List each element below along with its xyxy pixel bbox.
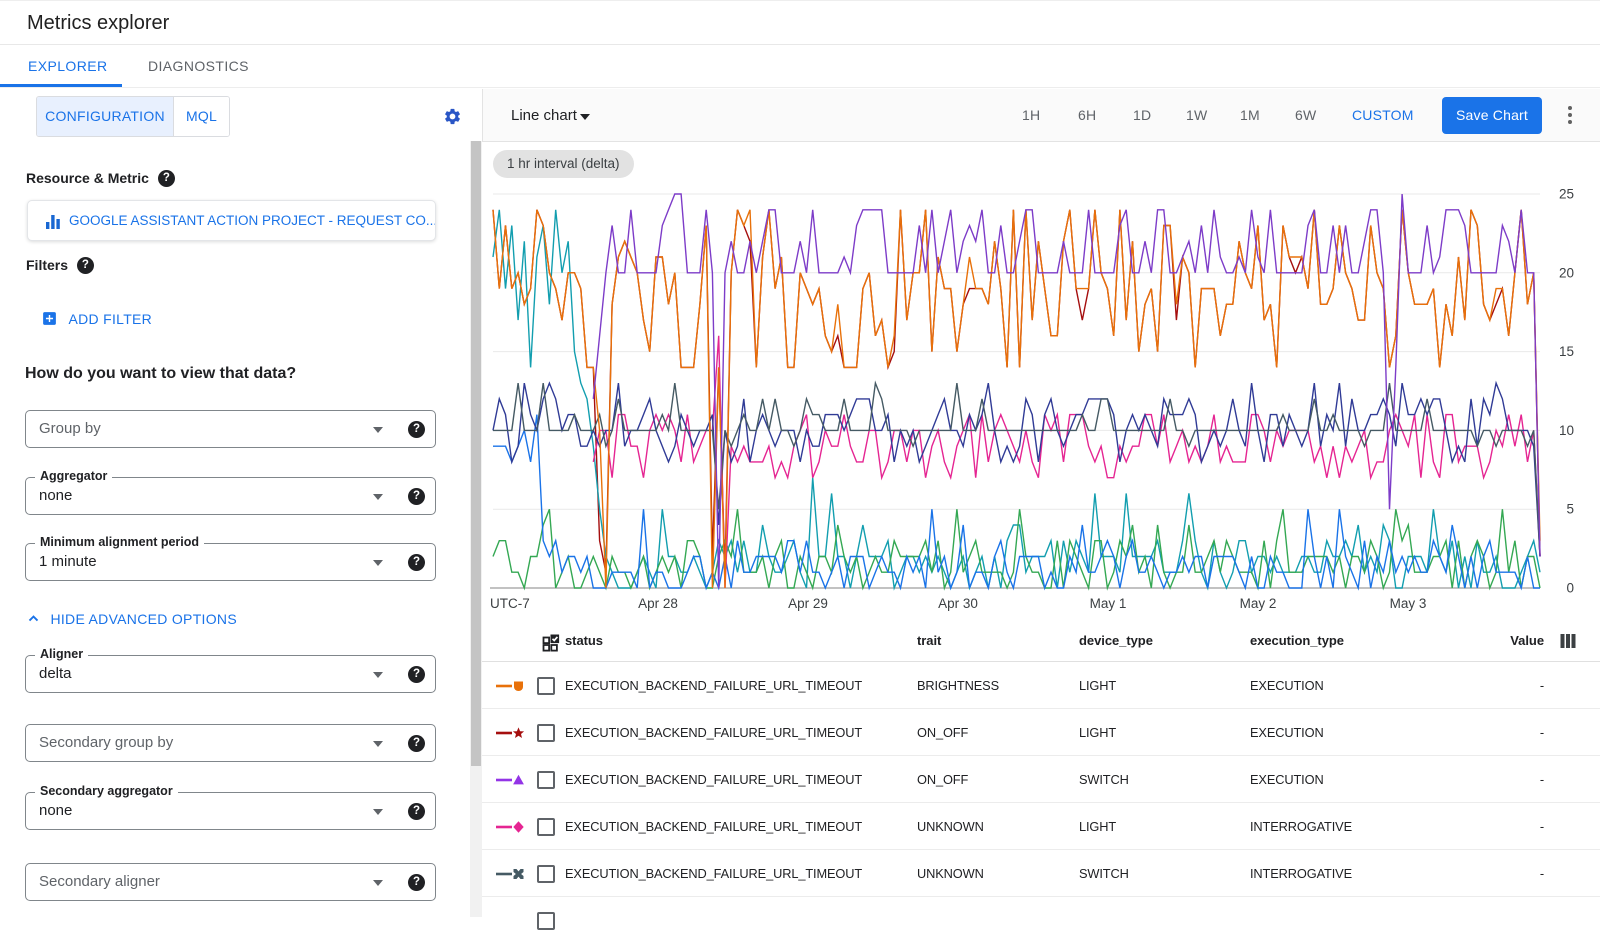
svg-text:May 2: May 2 <box>1240 596 1277 611</box>
svg-text:May 1: May 1 <box>1090 596 1127 611</box>
svg-text:0: 0 <box>1566 581 1574 596</box>
svg-text:Apr 30: Apr 30 <box>938 596 978 611</box>
svg-text:20: 20 <box>1559 265 1574 280</box>
svg-text:15: 15 <box>1559 344 1574 359</box>
svg-text:May 3: May 3 <box>1390 596 1427 611</box>
svg-text:Apr 28: Apr 28 <box>638 596 678 611</box>
svg-text:25: 25 <box>1559 187 1574 202</box>
svg-text:UTC-7: UTC-7 <box>490 596 530 611</box>
svg-text:5: 5 <box>1566 502 1574 517</box>
svg-text:Apr 29: Apr 29 <box>788 596 828 611</box>
svg-text:10: 10 <box>1559 423 1574 438</box>
